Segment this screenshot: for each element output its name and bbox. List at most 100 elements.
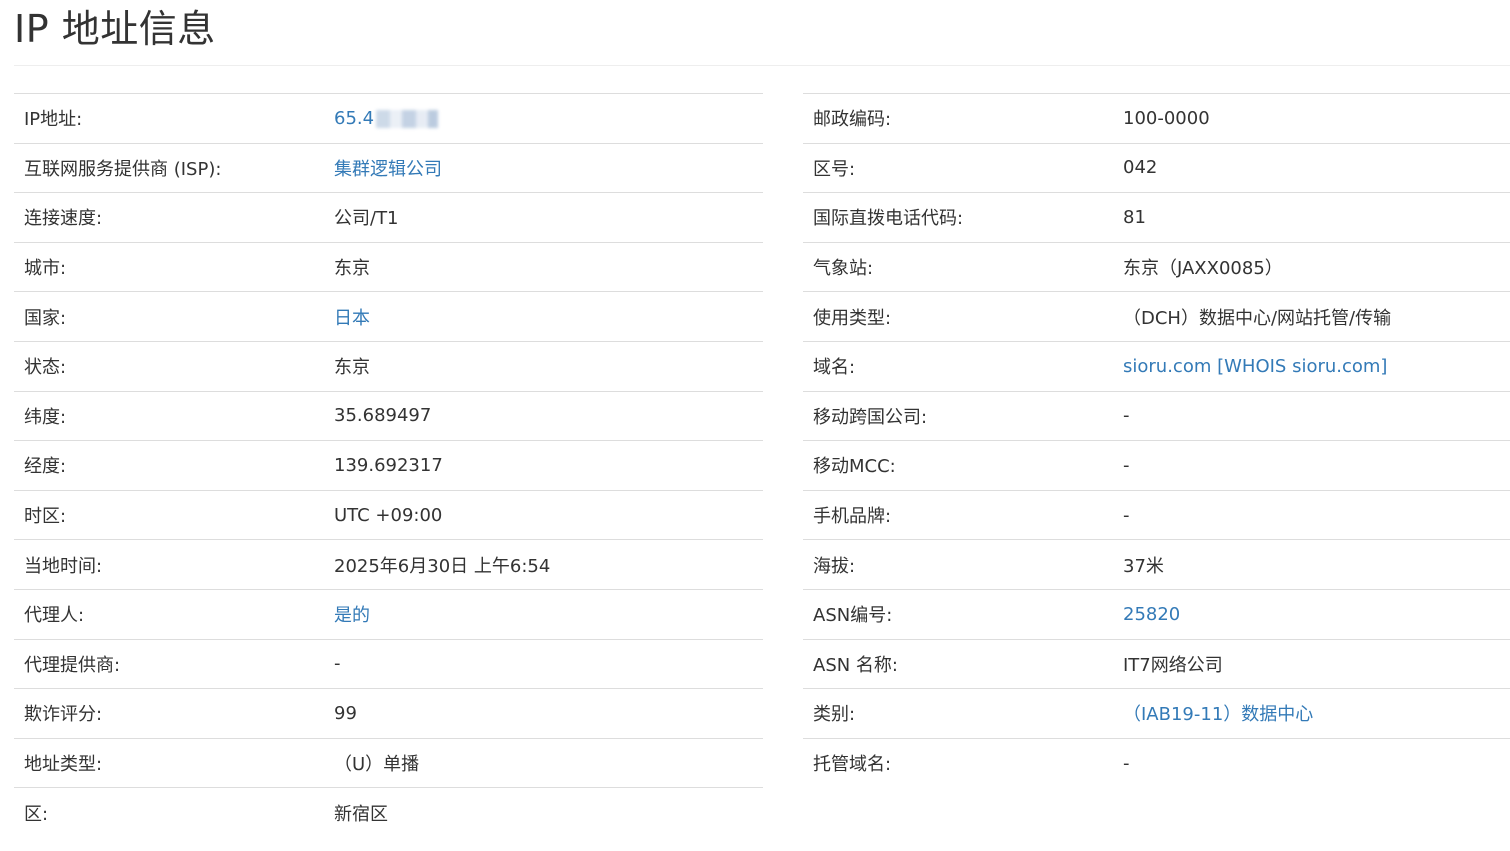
field-label: ASN 名称:: [813, 654, 898, 676]
field-value: 新宿区: [334, 803, 388, 825]
field-value-cell: -: [324, 639, 763, 689]
field-value-link[interactable]: 日本: [334, 308, 370, 329]
field-value-link[interactable]: （IAB19-11）数据中心: [1123, 704, 1313, 725]
field-value-cell: 东京（JAXX0085）: [1113, 242, 1510, 292]
field-label: 托管域名:: [813, 754, 892, 776]
field-value: 2025年6月30日 上午6:54: [334, 555, 551, 577]
field-value-cell: 99: [324, 689, 763, 739]
field-value-cell: 集群逻辑公司: [324, 143, 763, 193]
field-value: 99: [334, 702, 357, 724]
table-row: 气象站: 东京（JAXX0085）: [803, 242, 1510, 292]
table-row: 代理提供商: -: [14, 639, 763, 689]
table-row: 移动MCC: -: [803, 440, 1510, 491]
redacted-ip-mask: [376, 109, 439, 128]
field-value-cell: 65.4: [324, 94, 763, 144]
field-value: 100-0000: [1123, 107, 1210, 129]
field-value: （U）单播: [334, 754, 420, 776]
field-value-cell: -: [1113, 738, 1510, 788]
table-row: 城市: 东京: [14, 242, 763, 292]
field-value: -: [1123, 405, 1130, 427]
field-value-cell: 100-0000: [1113, 94, 1510, 144]
field-label: 移动MCC:: [813, 456, 896, 478]
field-value-link[interactable]: sioru.com [WHOIS sioru.com]: [1123, 356, 1387, 377]
field-value-cell: 25820: [1113, 589, 1510, 639]
field-value-cell: UTC +09:00: [324, 490, 763, 540]
field-value-cell: IT7网络公司: [1113, 639, 1510, 689]
field-value-cell: -: [1113, 391, 1510, 441]
table-row: 区: 新宿区: [14, 787, 763, 838]
table-row: 国际直拨电话代码: 81: [803, 192, 1510, 243]
field-label: 代理人:: [24, 605, 85, 627]
field-value: 139.692317: [334, 454, 443, 476]
field-label: ASN编号:: [813, 605, 893, 627]
table-row: 纬度: 35.689497: [14, 391, 763, 441]
table-row: 欺诈评分: 99: [14, 688, 763, 739]
ip-info-table-right: 邮政编码: 100-0000 区号: 042 国际直拨电话代码: 81 气象站: 东京（JAX…: [803, 93, 1510, 788]
field-label: IP地址:: [24, 109, 83, 131]
field-label: 手机品牌:: [813, 506, 892, 528]
field-label: 互联网服务提供商 (ISP):: [24, 158, 222, 180]
field-value-link[interactable]: 是的: [334, 605, 370, 626]
field-label: 使用类型:: [813, 307, 892, 329]
table-row: 域名: sioru.com [WHOIS sioru.com]: [803, 341, 1510, 391]
table-row: ASN 名称: IT7网络公司: [803, 639, 1510, 689]
field-label: 代理提供商:: [24, 654, 121, 676]
field-value-cell: 东京: [324, 341, 763, 391]
field-value-link[interactable]: 25820: [1123, 604, 1180, 625]
table-row: 代理人: 是的: [14, 589, 763, 639]
field-label: 邮政编码:: [813, 109, 892, 131]
field-value-cell: （IAB19-11）数据中心: [1113, 689, 1510, 739]
field-label: 类别:: [813, 704, 856, 726]
field-value: 公司/T1: [334, 208, 399, 230]
table-row: 手机品牌: -: [803, 490, 1510, 540]
table-row: 连接速度: 公司/T1: [14, 192, 763, 243]
table-row: 区号: 042: [803, 143, 1510, 193]
field-value-cell: -: [1113, 490, 1510, 540]
field-value-cell: 139.692317: [324, 441, 763, 491]
title-divider: [14, 65, 1510, 66]
table-row: 邮政编码: 100-0000: [803, 93, 1510, 144]
field-value: 东京: [334, 357, 370, 379]
field-value-cell: 日本: [324, 292, 763, 342]
field-label: 区:: [24, 803, 49, 825]
table-row: 国家: 日本: [14, 291, 763, 342]
field-value: UTC +09:00: [334, 504, 443, 526]
field-label: 城市:: [24, 258, 67, 280]
table-row: 地址类型: （U）单播: [14, 738, 763, 788]
ip-info-table-left: IP地址: 65.4 互联网服务提供商 (ISP): 集群逻辑公司连接速度: 公司/T1…: [14, 93, 763, 837]
field-label: 时区:: [24, 506, 67, 528]
field-label: 移动跨国公司:: [813, 406, 928, 428]
field-label: 气象站:: [813, 258, 874, 280]
table-row: 海拔: 37米: [803, 539, 1510, 590]
table-row: 时区: UTC +09:00: [14, 490, 763, 540]
field-value-cell: 新宿区: [324, 788, 763, 838]
field-value: -: [1123, 752, 1130, 774]
field-value: （DCH）数据中心/网站托管/传输: [1123, 307, 1392, 329]
field-value: IT7网络公司: [1123, 654, 1223, 676]
table-row: 状态: 东京: [14, 341, 763, 391]
field-value: 81: [1123, 206, 1146, 228]
field-label: 欺诈评分:: [24, 704, 103, 726]
field-label: 经度:: [24, 456, 67, 478]
field-value-cell: -: [1113, 441, 1510, 491]
field-value-cell: （U）单播: [324, 738, 763, 788]
field-value-cell: 35.689497: [324, 391, 763, 441]
table-row: 使用类型: （DCH）数据中心/网站托管/传输: [803, 291, 1510, 342]
field-value-cell: 东京: [324, 242, 763, 292]
field-value-link[interactable]: 65.4: [334, 108, 374, 129]
field-value-cell: 2025年6月30日 上午6:54: [324, 540, 763, 590]
field-value: -: [1123, 504, 1130, 526]
field-value-cell: 042: [1113, 143, 1510, 193]
field-value: 东京: [334, 258, 370, 280]
field-value: 东京（JAXX0085）: [1123, 258, 1283, 280]
field-value: -: [1123, 454, 1130, 476]
field-label: 连接速度:: [24, 208, 103, 230]
table-row: 类别: （IAB19-11）数据中心: [803, 688, 1510, 739]
field-value-cell: sioru.com [WHOIS sioru.com]: [1113, 341, 1510, 391]
field-label: 纬度:: [24, 406, 67, 428]
field-label: 国家:: [24, 307, 67, 329]
table-row: 互联网服务提供商 (ISP): 集群逻辑公司: [14, 143, 763, 193]
field-value-link[interactable]: 集群逻辑公司: [334, 159, 442, 180]
field-label: 地址类型:: [24, 754, 103, 776]
field-label: 域名:: [813, 357, 856, 379]
